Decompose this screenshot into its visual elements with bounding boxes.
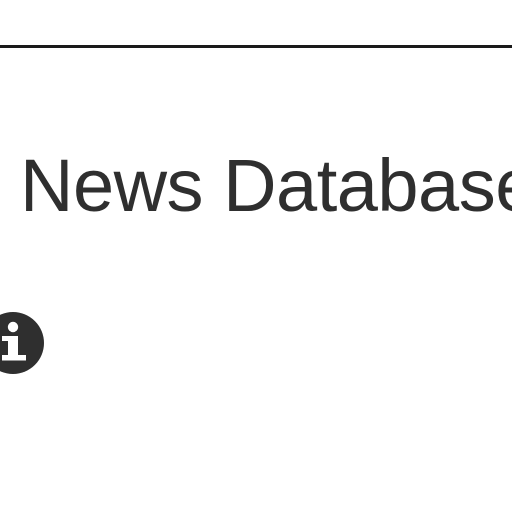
page-title: News Database: [20, 144, 512, 227]
info-icon[interactable]: [0, 310, 46, 376]
top-divider: [0, 45, 512, 48]
page: News Database: [0, 0, 512, 512]
